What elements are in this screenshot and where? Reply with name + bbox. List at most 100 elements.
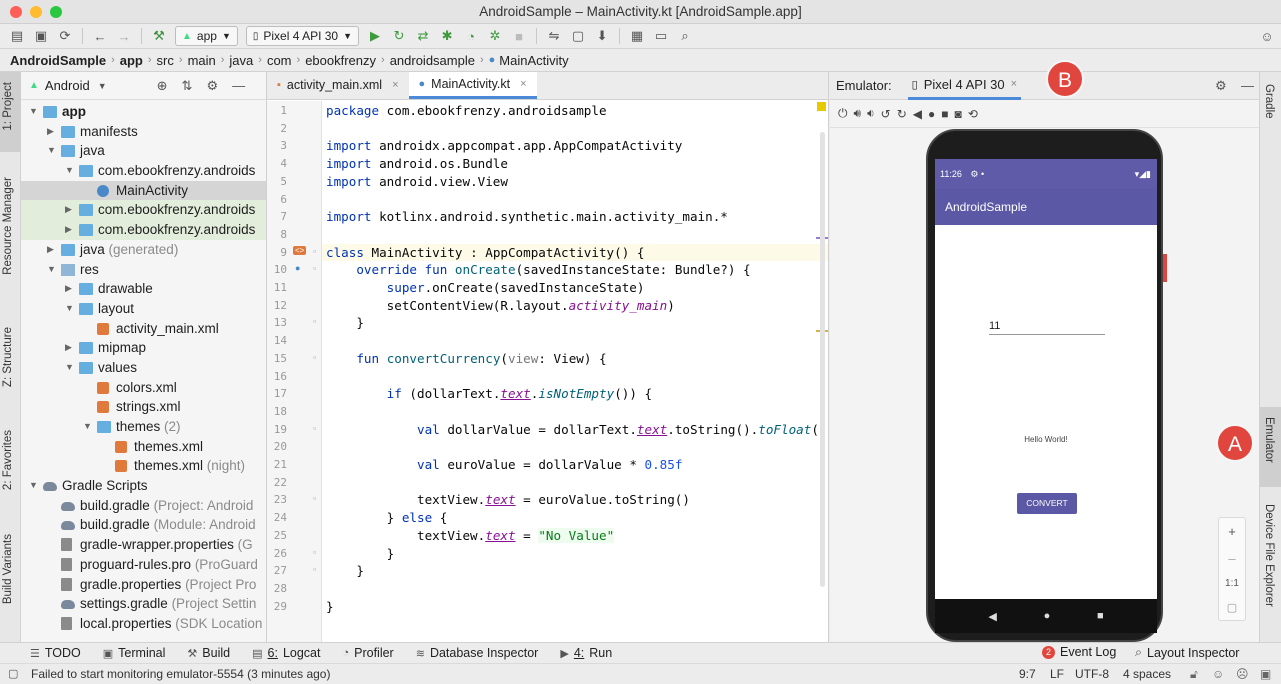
list-item[interactable]: ▼ com.ebookfrenzy.androids [21,161,266,181]
phone-screen[interactable]: 11:26 ⚙ • ▾◢▮ AndroidSample 11 Hello Wor… [935,159,1157,599]
volume-up-icon[interactable]: 🔊︎ [854,106,862,121]
list-item[interactable]: build.gradle (Module: Android [21,515,266,535]
list-item[interactable]: ▼ values [21,358,266,378]
list-item[interactable]: ▶ java (generated) [21,240,266,260]
close-icon[interactable]: × [520,78,526,90]
list-item[interactable]: ▶ com.ebookfrenzy.androids [21,220,266,240]
breadcrumb-item[interactable]: androidsample [390,53,475,68]
fold-icon[interactable]: ▫ [313,564,316,574]
breadcrumb-item[interactable]: main [188,53,216,68]
chevron-icon[interactable]: ▼ [65,161,74,181]
list-item[interactable]: ▼ Gradle Scripts [21,476,266,496]
chevron-icon[interactable]: ▼ [83,417,92,437]
overview-icon[interactable]: ■ [1097,610,1104,622]
gear-icon[interactable]: ⚙ [1215,78,1227,94]
apply-changes-icon[interactable]: ↻ [388,26,410,46]
breadcrumb-item[interactable]: src [157,53,174,68]
list-item[interactable]: ▼ layout [21,299,266,319]
list-item[interactable]: proguard-rules.pro (ProGuard [21,555,266,575]
list-item[interactable]: local.properties (SDK Location [21,614,266,634]
stop-icon[interactable]: ■ [508,26,530,46]
back-icon[interactable]: ◀ [913,107,922,121]
lock-icon[interactable]: 🔓︎ [1190,667,1198,682]
breadcrumb-item[interactable]: java [229,53,253,68]
list-item[interactable]: themes.xml (night) [21,456,266,476]
bottom-tool-logcat[interactable]: ▤ 6: Logcat [252,646,320,660]
breadcrumb-item[interactable]: ebookfrenzy [305,53,376,68]
fold-icon[interactable]: ▫ [313,352,316,362]
close-icon[interactable]: × [1011,78,1017,90]
editor-tab[interactable]: ▪ activity_main.xml × [267,72,409,99]
list-item[interactable]: ▶ com.ebookfrenzy.androids [21,200,266,221]
apply-code-changes-icon[interactable]: ⇄ [412,26,434,46]
bottom-tool-run[interactable]: ▶ 4: Run [560,646,612,660]
zoom-out-button[interactable]: – [1228,551,1235,566]
close-icon[interactable]: × [392,79,398,91]
list-item[interactable]: gradle-wrapper.properties (G [21,535,266,555]
list-item[interactable]: strings.xml [21,397,266,417]
list-item[interactable]: build.gradle (Project: Android [21,496,266,516]
breadcrumb-item[interactable]: app [120,53,143,68]
chevron-down-icon[interactable]: ▼ [98,81,107,91]
fold-icon[interactable]: ▫ [313,493,316,503]
class-gutter-icon[interactable]: <> [293,245,307,255]
caret-position[interactable]: 9:7 [1019,667,1036,681]
back-icon[interactable]: ← [89,26,111,46]
memory-icon[interactable]: ▣ [1260,667,1271,681]
build-variants-tool-tab[interactable]: Build Variants [2,534,14,604]
editor-scrollbar[interactable] [820,132,825,587]
forward-icon[interactable]: → [113,26,135,46]
project-structure-icon[interactable]: ▦ [626,26,648,46]
breadcrumb-item[interactable]: com [267,53,292,68]
list-item[interactable]: settings.gradle (Project Settin [21,594,266,614]
power-icon[interactable]: ⏻ [838,106,848,121]
favorites-tool-tab[interactable]: 2: Favorites [2,430,14,490]
bottom-tool-database-inspector[interactable]: ≋ Database Inspector [416,646,539,660]
structure-tool-tab[interactable]: Z: Structure [2,327,14,387]
list-item[interactable]: ▼ themes (2) [21,417,266,437]
list-item[interactable]: ▶ drawable [21,279,266,299]
project-view-select[interactable]: Android [45,78,90,93]
chevron-icon[interactable]: ▼ [65,299,74,319]
overview-icon[interactable]: ■ [941,107,948,121]
sdk-manager-icon[interactable]: ⬇ [591,26,613,46]
list-item[interactable]: ▶ manifests [21,122,266,142]
rotate-left-icon[interactable]: ↺ [881,107,891,121]
gradle-sync-icon[interactable]: ⇋ [543,26,565,46]
chevron-icon[interactable]: ▶ [47,122,54,142]
fold-icon[interactable]: ▫ [313,547,316,557]
inspection-status-icon[interactable] [817,102,826,111]
list-item[interactable]: ▼ res [21,260,266,280]
list-item[interactable]: ▼ app [21,102,266,122]
chevron-icon[interactable]: ▼ [29,102,38,122]
profile-icon[interactable]: ◔ [460,26,482,46]
breadcrumb-item[interactable]: AndroidSample [10,53,106,68]
emulator-device-tab[interactable]: ▯ Pixel 4 API 30 × [907,72,1022,100]
emulator-tool-tab[interactable]: Emulator [1263,417,1275,463]
status-toggle-icon[interactable]: ▢ [8,667,18,680]
search-icon[interactable]: ⌕ [674,26,696,46]
zoom-fit-icon[interactable]: ▢ [1227,601,1237,614]
bottom-tool-profiler[interactable]: ◔ Profiler [342,646,393,660]
run-icon[interactable]: ▶ [364,26,386,46]
line-separator[interactable]: LF [1050,667,1064,681]
run-config-select[interactable]: ▲ app ▼ [175,26,238,46]
fold-icon[interactable]: ▫ [313,316,316,326]
dollar-input[interactable]: 11 [989,317,1105,335]
feedback-icon[interactable]: ☹ [1236,667,1249,681]
zoom-actual-button[interactable]: 1:1 [1225,578,1239,589]
override-gutter-icon[interactable]: ● [295,263,300,273]
device-select[interactable]: ▯ Pixel 4 API 30 ▼ [245,26,360,46]
fold-icon[interactable]: ▫ [313,423,316,433]
chevron-icon[interactable]: ▼ [29,476,38,496]
locate-icon[interactable]: ⊕ [157,78,168,94]
resource-manager-tool-tab[interactable]: Resource Manager [2,177,14,275]
chevron-icon[interactable]: ▶ [65,279,72,299]
minimize-window-button[interactable] [30,6,42,18]
chevron-icon[interactable]: ▼ [47,141,56,161]
chevron-icon[interactable]: ▶ [65,200,72,220]
list-item[interactable]: ▼ java [21,141,266,161]
fold-icon[interactable]: ▫ [313,263,316,273]
fold-icon[interactable]: ▫ [313,246,316,256]
list-item[interactable]: activity_main.xml [21,319,266,339]
